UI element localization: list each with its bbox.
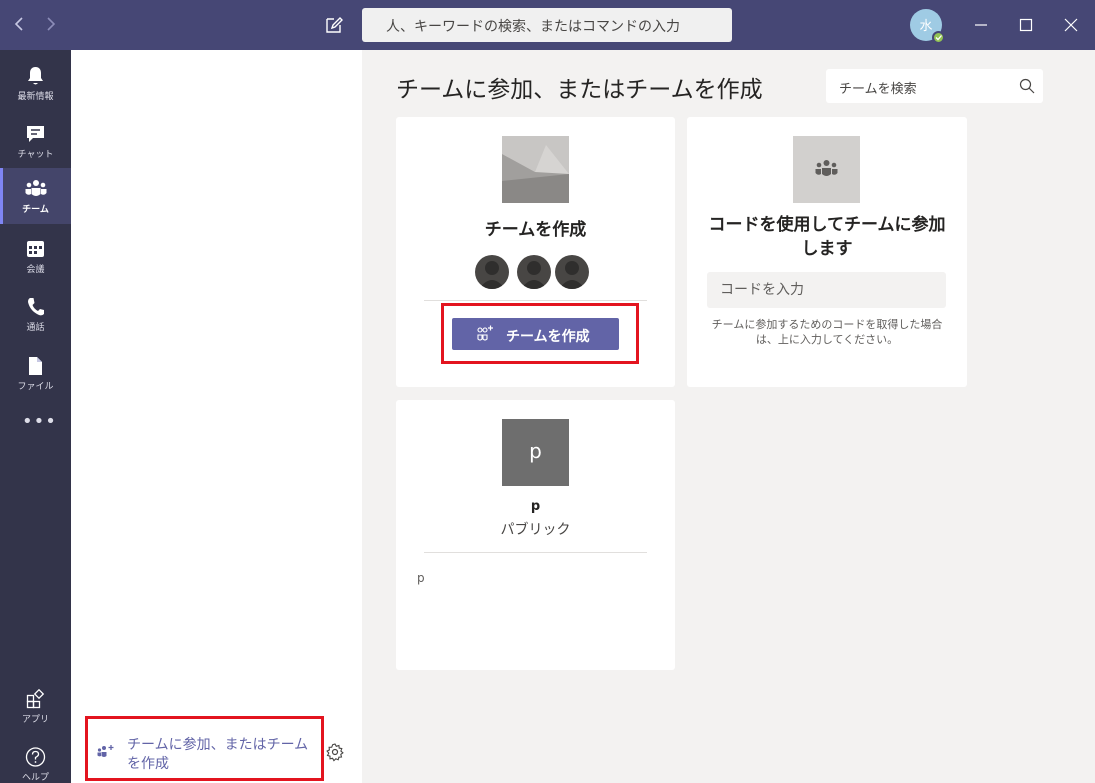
rail-item-calls[interactable]: 通話 — [0, 286, 71, 342]
rail-label: ファイル — [17, 382, 54, 392]
compose-icon[interactable] — [322, 13, 346, 37]
rail-item-activity[interactable]: 最新情報 — [0, 55, 71, 111]
teams-icon — [815, 160, 838, 176]
team-search-input[interactable]: チームを検索 — [826, 69, 1043, 103]
command-search-input[interactable]: 人、キーワードの検索、またはコマンドの入力 — [362, 8, 732, 42]
create-team-button[interactable]: チームを作成 — [452, 318, 619, 350]
file-icon — [29, 357, 42, 375]
rail-label: チャット — [17, 150, 54, 160]
rail-item-apps[interactable]: アプリ — [0, 678, 71, 734]
join-with-code-title: コードを使用してチームに参加します — [708, 215, 946, 259]
forward-arrow-icon[interactable] — [38, 12, 62, 36]
rail-label: 会議 — [26, 265, 45, 275]
teams-sidebar: チームに参加、またはチーム を作成 — [71, 50, 362, 783]
join-with-code-card: コードを使用してチームに参加します チームに参加するためのコードを取得した場合は… — [687, 117, 967, 387]
more-apps-icon[interactable]: ••• — [22, 413, 56, 439]
card-divider — [424, 300, 647, 301]
teams-icon — [25, 180, 47, 196]
chat-icon — [27, 126, 44, 142]
gear-icon[interactable] — [325, 742, 345, 762]
page-title: チームに参加、またはチームを作成 — [396, 77, 763, 103]
join-or-create-team-link[interactable]: チームに参加、またはチーム を作成 — [87, 720, 323, 780]
team-search-placeholder: チームを検索 — [839, 82, 917, 97]
back-arrow-icon[interactable] — [8, 12, 32, 36]
maximize-icon[interactable] — [1011, 10, 1041, 40]
search-icon — [1019, 78, 1035, 94]
command-search-placeholder: 人、キーワードの検索、またはコマンドの入力 — [386, 19, 680, 35]
team-card[interactable]: p p パブリック p — [396, 400, 675, 670]
rail-label: チーム — [22, 205, 49, 215]
add-team-icon — [477, 325, 493, 341]
rail-label: 通話 — [26, 323, 45, 333]
bell-icon — [28, 67, 43, 85]
avatar[interactable]: 水 — [910, 9, 945, 44]
join-or-create-team-label: チームに参加、またはチーム を作成 — [127, 737, 309, 772]
rail-item-chat[interactable]: チャット — [0, 113, 71, 169]
rail-item-files[interactable]: ファイル — [0, 345, 71, 401]
rail-item-calendar[interactable]: 会議 — [0, 228, 71, 284]
create-team-card: チームを作成 チームを作成 — [396, 117, 675, 387]
main-content: チームに参加、またはチームを作成 チームを検索 チームを作成 チームを作成 コー… — [362, 50, 1095, 783]
phone-icon — [28, 298, 44, 316]
close-icon[interactable] — [1056, 10, 1086, 40]
apps-icon — [26, 688, 45, 709]
rail-item-help[interactable]: ヘルプ — [0, 736, 71, 783]
card-divider — [424, 552, 647, 553]
rail-label: アプリ — [21, 715, 49, 725]
person-silhouette-icon — [517, 255, 551, 289]
team-name: p — [530, 499, 541, 514]
rail-item-teams[interactable]: チーム — [0, 168, 71, 224]
team-avatar: p — [502, 419, 569, 486]
title-bar: 人、キーワードの検索、またはコマンドの入力 水 — [0, 0, 1095, 50]
create-team-card-title: チームを作成 — [484, 220, 587, 240]
rail-label: ヘルプ — [21, 773, 49, 783]
join-code-thumb — [793, 136, 860, 203]
team-avatar-letter: p — [529, 439, 542, 463]
team-visibility: パブリック — [500, 522, 571, 538]
app-rail: 最新情報 チャット チーム 会議 通話 ファイル ••• アプリ ヘルプ — [0, 50, 71, 783]
help-icon — [25, 747, 46, 767]
calendar-icon — [27, 241, 44, 257]
minimize-icon[interactable] — [966, 10, 996, 40]
team-description: p — [417, 571, 425, 585]
create-team-button-label: チームを作成 — [506, 329, 590, 345]
team-image-placeholder-icon — [502, 136, 569, 203]
join-code-help-text: チームに参加するためのコードを取得した場合は、上に入力してください。 — [711, 318, 943, 346]
person-silhouette-icon — [555, 255, 589, 289]
team-code-input[interactable] — [707, 272, 946, 308]
person-silhouette-icon — [475, 255, 509, 289]
add-team-icon — [97, 745, 114, 757]
status-available-icon — [932, 31, 945, 44]
rail-label: 最新情報 — [17, 92, 54, 102]
